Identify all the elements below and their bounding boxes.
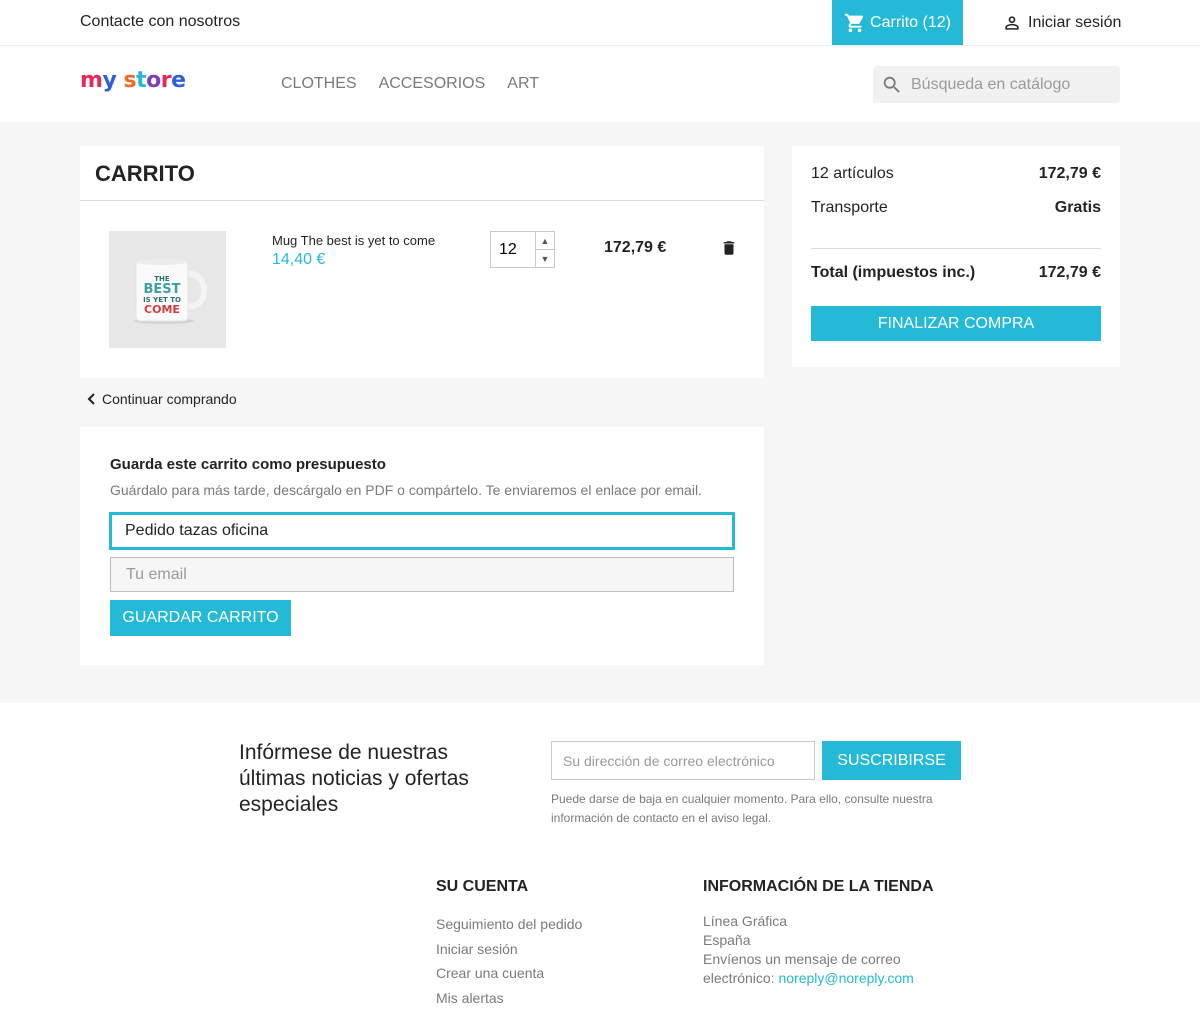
search-icon (883, 76, 900, 93)
quantity-stepper: ▲ ▼ (490, 231, 555, 268)
top-bar: Contacte con nosotros Carrito (12) Inici… (0, 0, 1200, 46)
summary-total-row: Total (impuestos inc.) 172,79 € (811, 264, 1101, 282)
total-value: 172,79 € (1038, 264, 1101, 281)
signin-link[interactable]: Iniciar sesión (1002, 13, 1121, 33)
chevron-up-icon[interactable]: ▲ (536, 232, 554, 250)
shopping-cart-icon (844, 13, 864, 32)
save-cart-description: Guárdalo para más tarde, descárgalo en P… (110, 482, 702, 498)
footer-link-order-tracking[interactable]: Seguimiento del pedido (436, 912, 582, 937)
store-info-title: INFORMACIÓN DE LA TIENDA (703, 878, 934, 895)
email-field[interactable] (110, 557, 734, 592)
nav-art[interactable]: ART (507, 75, 539, 93)
store-logo[interactable]: my store (80, 68, 186, 93)
site-header: my store CLOTHES ACCESORIOS ART (0, 46, 1200, 122)
user-icon (1005, 16, 1019, 30)
continue-label: Continuar comprando (102, 391, 237, 407)
newsletter-note: Puede darse de baja en cualquier momento… (551, 792, 933, 825)
cart-title: CARRITO (95, 161, 195, 186)
footer-account: SU CUENTA Seguimiento del pedido Iniciar… (436, 878, 582, 1010)
store-mail-link[interactable]: noreply@noreply.com (778, 970, 913, 986)
checkout-button[interactable]: FINALIZAR COMPRA (811, 306, 1101, 341)
store-mail-line: Envíenos un mensaje de correo electrónic… (703, 950, 943, 988)
cart-panel: CARRITO THE BEST IS YET TO COME Mug The … (80, 146, 764, 378)
svg-text:COME: COME (144, 303, 180, 316)
store-country: España (703, 932, 751, 948)
delete-icon[interactable] (720, 238, 738, 263)
divider (811, 248, 1101, 249)
account-title: SU CUENTA (436, 878, 529, 895)
search-input[interactable] (911, 75, 1101, 94)
divider (80, 200, 764, 201)
footer-link-signin[interactable]: Iniciar sesión (436, 937, 582, 962)
total-label: Total (impuestos inc.) (811, 264, 976, 281)
order-summary: 12 artículos 172,79 € Transporte Gratis … (792, 146, 1120, 367)
continue-shopping-link[interactable]: Continuar comprando (86, 391, 237, 407)
items-label: 12 artículos (811, 165, 894, 182)
line-total: 172,79 € (604, 239, 667, 256)
cart-name-input[interactable] (109, 512, 735, 550)
store-info-text: Línea Gráfica España Envíenos un mensaje… (703, 912, 943, 988)
summary-shipping-row: Transporte Gratis (811, 199, 1101, 217)
footer-link-create-account[interactable]: Crear una cuenta (436, 961, 582, 986)
product-image[interactable]: THE BEST IS YET TO COME (109, 231, 226, 348)
footer-store-info: INFORMACIÓN DE LA TIENDA Línea Gráfica E… (703, 878, 943, 988)
newsletter-email-input[interactable] (551, 741, 815, 780)
nav-clothes[interactable]: CLOTHES (281, 75, 357, 93)
save-cart-panel: Guarda este carrito como presupuesto Guá… (80, 427, 764, 665)
signin-label: Iniciar sesión (1028, 14, 1122, 31)
footer-link-alerts[interactable]: Mis alertas (436, 986, 582, 1011)
shipping-value: Gratis (1054, 199, 1101, 216)
search-box (873, 66, 1120, 103)
main-nav: CLOTHES ACCESORIOS ART (281, 75, 539, 93)
chevron-down-icon[interactable]: ▼ (536, 250, 554, 267)
items-value: 172,79 € (1038, 165, 1101, 182)
store-name: Línea Gráfica (703, 913, 788, 929)
cart-label: Carrito (12) (870, 13, 951, 31)
shipping-label: Transporte (811, 199, 888, 216)
subscribe-button[interactable]: SUSCRIBIRSE (822, 741, 961, 780)
newsletter-title: Infórmese de nuestras últimas noticias y… (239, 741, 469, 816)
main-content: CARRITO THE BEST IS YET TO COME Mug The … (0, 122, 1200, 703)
cart-button[interactable]: Carrito (12) (832, 0, 963, 45)
product-name[interactable]: Mug The best is yet to come (272, 233, 435, 248)
nav-accesorios[interactable]: ACCESORIOS (379, 75, 486, 93)
chevron-left-icon (87, 393, 95, 405)
save-cart-button[interactable]: GUARDAR CARRITO (110, 600, 291, 636)
mug-image: THE BEST IS YET TO COME (133, 258, 207, 324)
svg-text:BEST: BEST (143, 282, 180, 297)
contact-link[interactable]: Contacte con nosotros (80, 13, 240, 31)
product-unit-price: 14,40 € (272, 251, 326, 268)
summary-items-row: 12 artículos 172,79 € (811, 165, 1101, 183)
quantity-input[interactable] (491, 232, 535, 267)
save-cart-title: Guarda este carrito como presupuesto (110, 456, 386, 473)
